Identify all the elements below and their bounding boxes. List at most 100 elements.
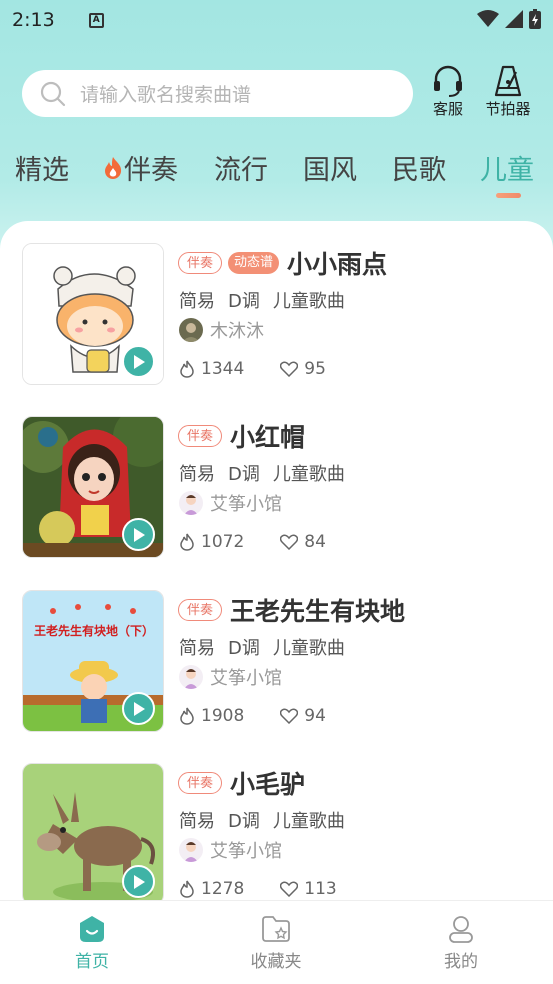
song-category: 儿童歌曲 bbox=[272, 291, 345, 312]
metronome-label: 节拍器 bbox=[485, 100, 531, 118]
fire-icon bbox=[180, 533, 194, 551]
list-item[interactable]: 王老先生有块地（下） 伴奏 王老先生有块地 简易 D调 儿童歌曲 艾筝小馆 19… bbox=[0, 590, 553, 750]
song-meta: 简易 D调 儿童歌曲 bbox=[179, 807, 345, 833]
song-key: D调 bbox=[228, 811, 260, 832]
home-icon bbox=[80, 916, 104, 942]
song-meta: 简易 D调 儿童歌曲 bbox=[179, 287, 345, 313]
nav-home[interactable]: 首页 bbox=[42, 915, 142, 972]
search-placeholder: 请输入歌名搜索曲谱 bbox=[80, 84, 252, 106]
play-button[interactable] bbox=[122, 692, 155, 725]
cover-text: 王老先生有块地（下） bbox=[34, 623, 154, 638]
song-key: D调 bbox=[228, 638, 260, 659]
play-button[interactable] bbox=[122, 518, 155, 551]
folder-star-icon bbox=[262, 916, 290, 942]
like-count: 94 bbox=[304, 706, 326, 726]
user-icon bbox=[449, 916, 473, 943]
dynamic-score-tag: 动态谱 bbox=[228, 252, 280, 274]
song-difficulty: 简易 bbox=[179, 291, 215, 312]
fire-icon bbox=[180, 707, 194, 725]
tab-guofeng[interactable]: 国风 bbox=[303, 148, 357, 187]
customer-service-button[interactable]: 客服 bbox=[418, 64, 478, 119]
song-stats: 1344 95 bbox=[179, 359, 326, 379]
avatar bbox=[179, 491, 203, 515]
play-icon bbox=[133, 874, 145, 889]
headset-icon bbox=[434, 65, 462, 97]
bottom-nav: 首页 收藏夹 我的 bbox=[0, 900, 553, 984]
like-count: 84 bbox=[304, 532, 326, 552]
song-meta: 简易 D调 儿童歌曲 bbox=[179, 634, 345, 660]
nav-favorites-label: 收藏夹 bbox=[250, 952, 302, 972]
wifi-icon bbox=[477, 10, 499, 27]
play-icon bbox=[133, 527, 145, 542]
category-tabs: 精选 伴奏 流行 国风 民歌 儿童 bbox=[0, 148, 553, 204]
tab-accompaniment[interactable]: 伴奏 bbox=[102, 148, 178, 187]
song-title-row: 伴奏 小毛驴 bbox=[178, 765, 305, 801]
list-item[interactable]: 伴奏 小毛驴 简易 D调 儿童歌曲 艾筝小馆 1278 113 bbox=[0, 763, 553, 901]
play-icon bbox=[133, 354, 145, 369]
metronome-button[interactable]: 节拍器 bbox=[478, 64, 538, 119]
search-input[interactable]: 请输入歌名搜索曲谱 bbox=[22, 70, 413, 117]
tab-folk[interactable]: 民歌 bbox=[392, 148, 446, 187]
accompaniment-tag: 伴奏 bbox=[178, 599, 223, 621]
play-button[interactable] bbox=[122, 865, 155, 898]
heart-icon[interactable] bbox=[280, 361, 299, 377]
song-difficulty: 简易 bbox=[179, 464, 215, 485]
accompaniment-tag: 伴奏 bbox=[178, 252, 223, 274]
list-item[interactable]: 伴奏 动态谱 小小雨点 简易 D调 儿童歌曲 木沐沐 1344 95 bbox=[0, 243, 553, 403]
play-icon bbox=[133, 701, 145, 716]
author-name: 艾筝小馆 bbox=[210, 841, 282, 862]
nav-favorites[interactable]: 收藏夹 bbox=[226, 915, 326, 972]
author-name: 艾筝小馆 bbox=[210, 668, 282, 689]
heart-icon[interactable] bbox=[280, 708, 299, 724]
song-difficulty: 简易 bbox=[179, 638, 215, 659]
play-count: 1072 bbox=[201, 532, 245, 552]
tab-pop[interactable]: 流行 bbox=[214, 148, 268, 187]
song-category: 儿童歌曲 bbox=[272, 638, 345, 659]
fire-icon bbox=[105, 156, 122, 179]
tab-featured[interactable]: 精选 bbox=[15, 148, 69, 187]
avatar bbox=[179, 838, 203, 862]
status-time: 2:13 bbox=[12, 9, 55, 31]
signal-icon bbox=[505, 10, 523, 28]
song-title-row: 伴奏 动态谱 小小雨点 bbox=[178, 245, 387, 281]
song-list: 伴奏 动态谱 小小雨点 简易 D调 儿童歌曲 木沐沐 1344 95 伴奏 小红… bbox=[0, 221, 553, 901]
heart-icon[interactable] bbox=[280, 534, 299, 550]
accompaniment-tag: 伴奏 bbox=[178, 772, 223, 794]
search-icon bbox=[40, 81, 66, 106]
song-meta: 简易 D调 儿童歌曲 bbox=[179, 460, 345, 486]
song-title: 小毛驴 bbox=[230, 770, 306, 799]
song-key: D调 bbox=[228, 291, 260, 312]
nav-home-label: 首页 bbox=[75, 952, 109, 972]
status-icons bbox=[477, 9, 541, 29]
song-cover[interactable] bbox=[22, 763, 164, 901]
nav-mine-label: 我的 bbox=[444, 952, 478, 972]
metronome-icon bbox=[494, 65, 522, 97]
song-author[interactable]: 艾筝小馆 bbox=[179, 490, 282, 516]
customer-service-label: 客服 bbox=[432, 100, 463, 118]
song-stats: 1072 84 bbox=[179, 532, 326, 552]
nav-mine[interactable]: 我的 bbox=[411, 915, 511, 972]
play-count: 1278 bbox=[201, 879, 245, 899]
list-item[interactable]: 伴奏 小红帽 简易 D调 儿童歌曲 艾筝小馆 1072 84 bbox=[0, 416, 553, 576]
play-count: 1908 bbox=[201, 706, 245, 726]
avatar bbox=[179, 665, 203, 689]
active-tab-indicator bbox=[496, 193, 521, 198]
song-cover[interactable]: 王老先生有块地（下） bbox=[22, 590, 164, 732]
song-title-row: 伴奏 小红帽 bbox=[178, 418, 305, 454]
song-author[interactable]: 艾筝小馆 bbox=[179, 837, 282, 863]
song-title: 小小雨点 bbox=[287, 250, 388, 279]
tab-children[interactable]: 儿童 bbox=[480, 148, 534, 187]
song-key: D调 bbox=[228, 464, 260, 485]
song-cover[interactable] bbox=[22, 416, 164, 558]
heart-icon[interactable] bbox=[280, 881, 299, 897]
play-button[interactable] bbox=[122, 345, 155, 378]
song-title-row: 伴奏 王老先生有块地 bbox=[178, 592, 405, 628]
author-name: 木沐沐 bbox=[210, 321, 264, 342]
song-cover[interactable] bbox=[22, 243, 164, 385]
song-author[interactable]: 木沐沐 bbox=[179, 317, 264, 343]
status-bar: 2:13 A bbox=[0, 0, 553, 40]
song-author[interactable]: 艾筝小馆 bbox=[179, 664, 282, 690]
tab-accompaniment-label: 伴奏 bbox=[124, 155, 178, 186]
like-count: 113 bbox=[304, 879, 337, 899]
song-category: 儿童歌曲 bbox=[272, 464, 345, 485]
